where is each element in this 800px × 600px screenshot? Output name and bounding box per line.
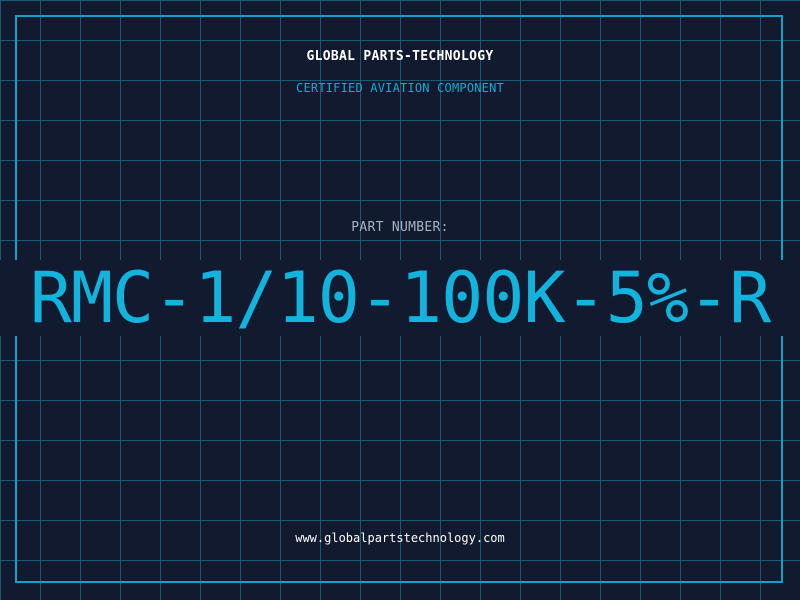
- website-url: www.globalpartstechnology.com: [295, 531, 505, 545]
- certification-tagline: CERTIFIED AVIATION COMPONENT: [296, 81, 504, 95]
- part-number-value: RMC-1/10-100K-5%-R: [29, 260, 772, 336]
- part-number-band: RMC-1/10-100K-5%-R: [0, 260, 800, 336]
- part-label-card: GLOBAL PARTS-TECHNOLOGY CERTIFIED AVIATI…: [0, 0, 800, 600]
- brand-name: GLOBAL PARTS-TECHNOLOGY: [306, 49, 494, 64]
- part-number-label: PART NUMBER:: [351, 220, 449, 235]
